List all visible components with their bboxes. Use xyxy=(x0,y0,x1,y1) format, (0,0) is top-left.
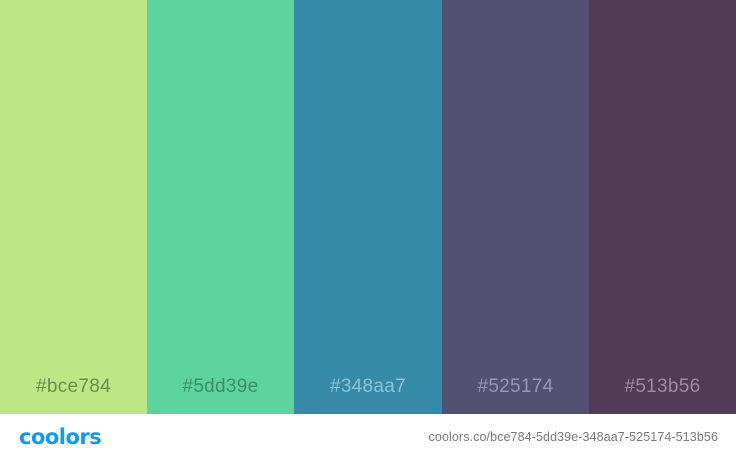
swatch-hex-label-1: #bce784 xyxy=(35,376,111,397)
color-swatch-5[interactable]: #513b56 xyxy=(589,0,736,414)
footer-bar: coolors coolors.co/bce784-5dd39e-348aa7-… xyxy=(0,414,736,460)
swatch-hex-label-5: #513b56 xyxy=(624,376,701,397)
color-swatch-2[interactable]: #5dd39e xyxy=(147,0,294,414)
color-swatch-4[interactable]: #525174 xyxy=(442,0,589,414)
color-swatch-3[interactable]: #348aa7 xyxy=(294,0,442,414)
swatch-hex-label-4: #525174 xyxy=(477,376,554,397)
color-swatch-1[interactable]: #bce784 xyxy=(0,0,147,414)
palette-url-link[interactable]: coolors.co/bce784-5dd39e-348aa7-525174-5… xyxy=(429,430,718,444)
coolors-logo[interactable]: coolors xyxy=(19,414,102,460)
color-palette: #bce784 #5dd39e #348aa7 #525174 #513b56 xyxy=(0,0,736,414)
swatch-hex-label-3: #348aa7 xyxy=(329,376,407,397)
swatch-hex-label-2: #5dd39e xyxy=(182,376,259,397)
logo-text: coolors xyxy=(19,425,102,449)
